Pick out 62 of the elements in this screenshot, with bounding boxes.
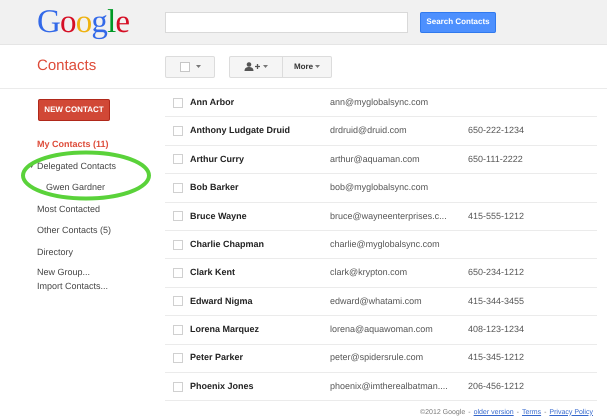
- sidebar-item[interactable]: Most Contacted: [37, 202, 100, 216]
- checkbox[interactable]: [173, 182, 183, 193]
- app-title: Contacts: [37, 56, 98, 76]
- contact-name[interactable]: Charlie Chapman: [190, 238, 330, 252]
- caret-icon: [263, 65, 268, 68]
- contact-email: phoenix@imtherealbatman....: [330, 380, 449, 393]
- sidebar-link[interactable]: Import Contacts...: [37, 280, 108, 294]
- contact-email: peter@spidersrule.com: [330, 351, 424, 364]
- contact-email: clark@krypton.com: [330, 266, 408, 280]
- contact-name[interactable]: Bob Barker: [190, 181, 330, 195]
- checkbox[interactable]: [173, 211, 183, 222]
- sidebar-item[interactable]: Directory: [37, 246, 74, 259]
- checkbox[interactable]: [173, 268, 183, 278]
- sidebar-link[interactable]: New Group...: [37, 266, 90, 280]
- select-menu-button[interactable]: [165, 56, 215, 78]
- checkbox[interactable]: [173, 154, 183, 164]
- add-person-icon: [244, 62, 260, 71]
- caret-icon: [315, 64, 320, 68]
- contact-phone: 650-234-1212: [468, 266, 524, 280]
- contact-name[interactable]: Phoenix Jones: [190, 380, 330, 394]
- sidebar-item[interactable]: Gwen Gardner: [46, 181, 106, 194]
- contact-phone: 415-345-1212: [468, 351, 524, 364]
- contact-email: charlie@myglobalsync.com: [330, 238, 441, 251]
- checkbox[interactable]: [173, 382, 183, 392]
- contact-name[interactable]: Edward Nigma: [190, 294, 330, 308]
- search-field[interactable]: [165, 12, 408, 32]
- contact-name[interactable]: Clark Kent: [190, 266, 330, 280]
- contact-phone: 650-222-1234: [468, 124, 524, 138]
- checkbox[interactable]: [173, 126, 183, 136]
- checkbox[interactable]: [173, 353, 183, 364]
- sidebar-item[interactable]: My Contacts (11): [37, 138, 109, 152]
- contact-phone: 415-344-3455: [468, 294, 524, 308]
- checkbox[interactable]: [173, 98, 183, 108]
- contact-email: edward@whatami.com: [330, 294, 423, 308]
- contact-name[interactable]: Peter Parker: [190, 351, 330, 365]
- contact-name[interactable]: Anthony Ludgate Druid: [190, 124, 330, 138]
- more-button[interactable]: More: [283, 56, 332, 78]
- contact-phone: 415-555-1212: [468, 210, 524, 222]
- contact-email: arthur@aquaman.com: [330, 152, 421, 166]
- contact-name[interactable]: Ann Arbor: [190, 96, 330, 110]
- contact-phone: 650-111-2222: [468, 152, 523, 166]
- checkbox[interactable]: [180, 62, 190, 72]
- checkbox[interactable]: [173, 324, 183, 335]
- contact-email: drdruid@druid.com: [330, 124, 408, 138]
- new-contact-button[interactable]: NEW CONTACT: [38, 99, 110, 121]
- contact-name[interactable]: Bruce Wayne: [190, 210, 330, 223]
- contact-name[interactable]: Lorena Marquez: [190, 323, 330, 337]
- contact-phone: 408-123-1234: [468, 323, 524, 336]
- contact-phone: 206-456-1212: [468, 380, 524, 393]
- add-person-button[interactable]: [229, 56, 283, 78]
- caret-icon: [196, 65, 200, 68]
- contact-email: ann@myglobalsync.com: [330, 96, 430, 109]
- checkbox[interactable]: [173, 296, 183, 306]
- contact-email: bruce@wayneenterprises.c...: [330, 210, 448, 223]
- expand-toggle-icon[interactable]: [29, 164, 34, 168]
- google-logo: Google: [37, 6, 130, 38]
- contact-email: lorena@aquawoman.com: [330, 323, 434, 336]
- sidebar-item[interactable]: Delegated Contacts: [37, 160, 116, 173]
- checkbox[interactable]: [173, 240, 183, 250]
- contact-email: bob@myglobalsync.com: [330, 181, 430, 194]
- contact-name[interactable]: Arthur Curry: [190, 152, 330, 166]
- sidebar-item[interactable]: Other Contacts (5): [37, 224, 112, 238]
